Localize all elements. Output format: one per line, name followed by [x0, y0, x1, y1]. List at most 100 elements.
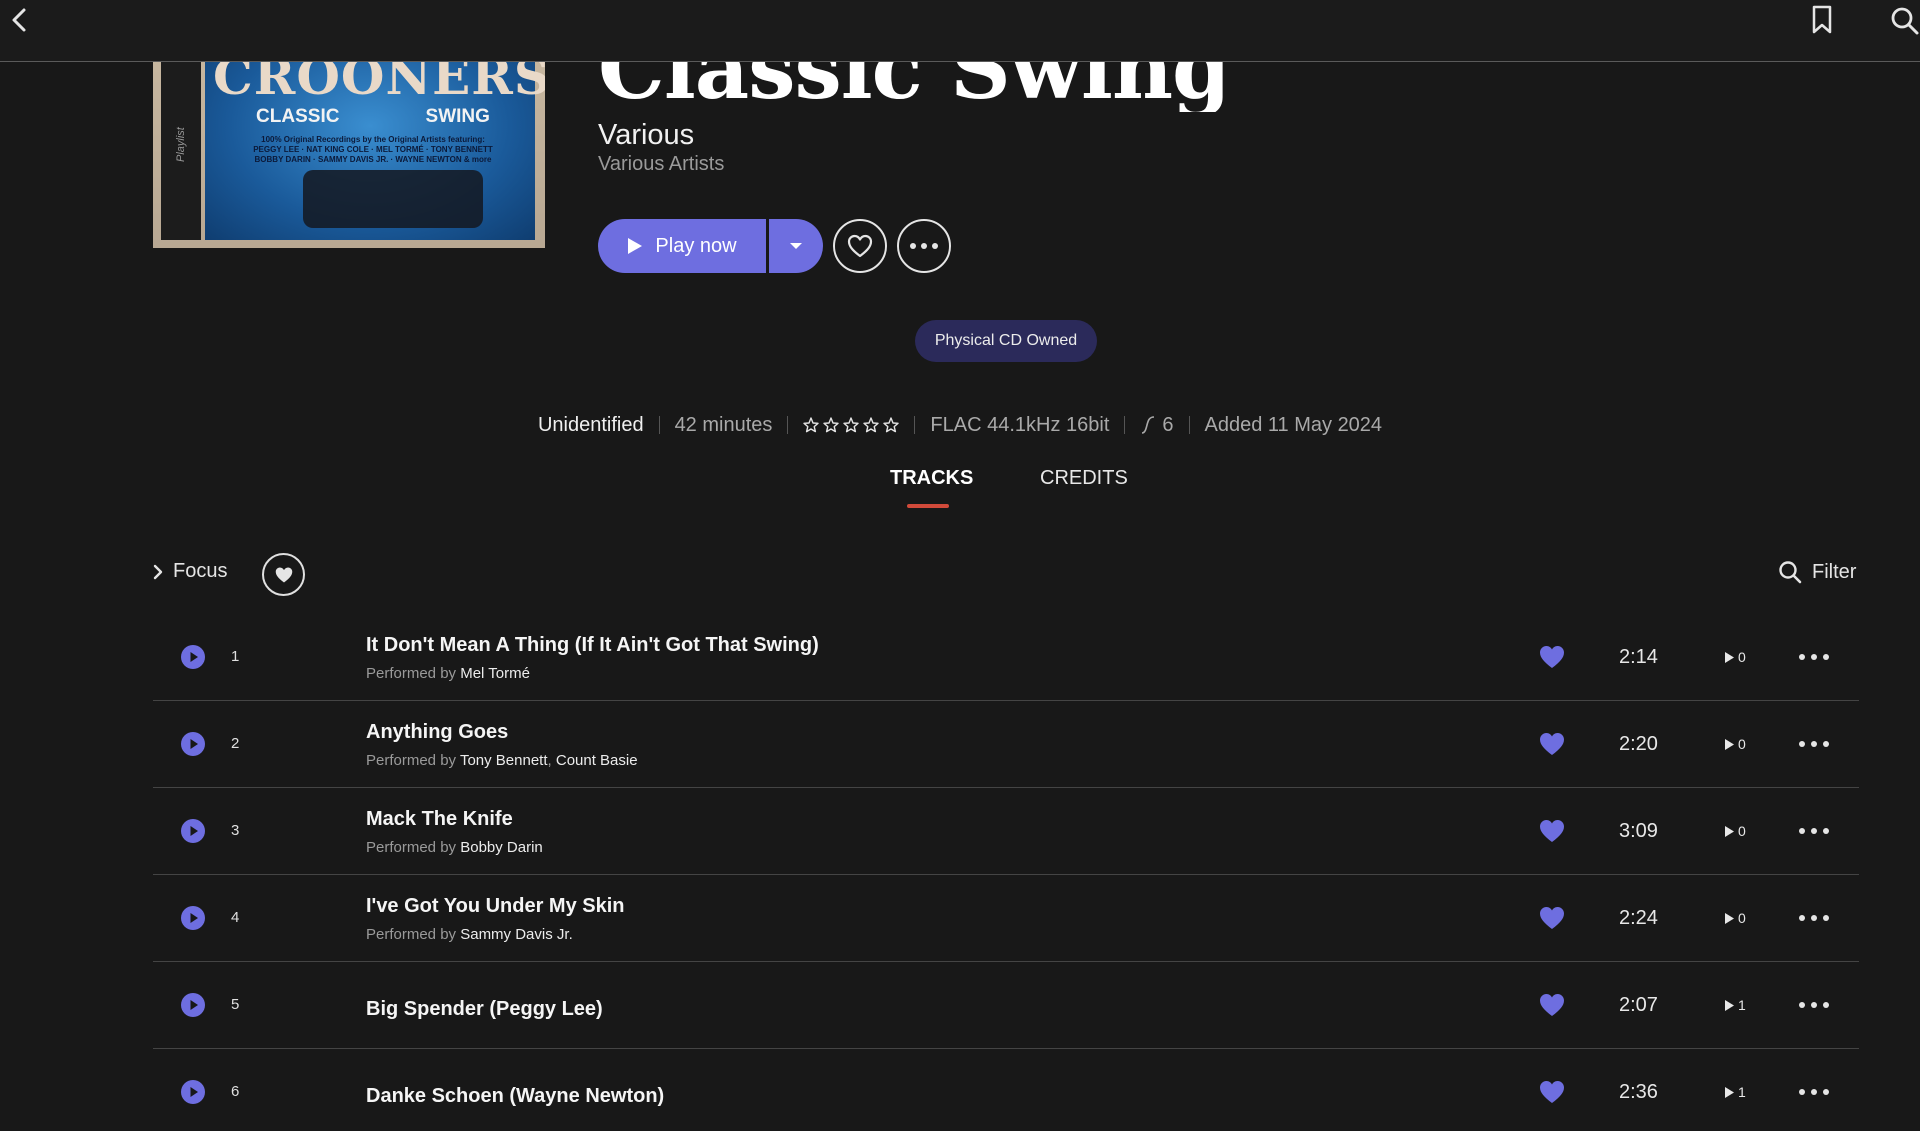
track-title[interactable]: It Don't Mean A Thing (If It Ain't Got T… — [366, 634, 819, 657]
favorite-album-button[interactable] — [833, 219, 887, 273]
album-duration: 42 minutes — [674, 413, 773, 436]
track-row[interactable]: 1 It Don't Mean A Thing (If It Ain't Got… — [153, 614, 1859, 701]
track-play-icon[interactable] — [181, 732, 205, 756]
more-horizontal-icon[interactable] — [1798, 821, 1830, 841]
tab-tracks[interactable]: TRACKS — [890, 467, 973, 490]
track-list: 1 It Don't Mean A Thing (If It Ain't Got… — [153, 614, 1859, 1131]
more-options-button[interactable] — [897, 219, 951, 273]
more-horizontal-icon[interactable] — [1798, 908, 1830, 928]
track-title[interactable]: Danke Schoen (Wayne Newton) — [366, 1085, 664, 1108]
active-tab-indicator — [907, 504, 949, 508]
track-performers: Performed by Sammy Davis Jr. — [366, 926, 573, 943]
cover-sticker — [303, 170, 483, 228]
track-play-icon[interactable] — [181, 906, 205, 930]
top-bar — [0, 0, 1920, 62]
performer-link[interactable]: Sammy Davis Jr. — [460, 926, 573, 943]
favorites-filter-button[interactable] — [262, 553, 305, 596]
track-play-count-value: 0 — [1738, 736, 1746, 752]
track-play-count-value: 1 — [1738, 997, 1746, 1013]
cover-subtitle-right: SWING — [425, 106, 490, 127]
track-play-count: 0 — [1724, 823, 1746, 839]
cover-fine-line: PEGGY LEE · NAT KING COLE · MEL TORMÉ · … — [253, 145, 493, 154]
content-tabs: TRACKS CREDITS — [0, 467, 1920, 508]
focus-toggle[interactable]: Focus — [153, 560, 227, 583]
heart-filled-icon[interactable] — [1539, 819, 1565, 843]
track-performers: Performed by Tony Bennett, Count Basie — [366, 752, 638, 769]
track-title[interactable]: I've Got You Under My Skin — [366, 895, 625, 918]
play-options-dropdown[interactable] — [769, 219, 823, 273]
heart-outline-icon — [847, 234, 873, 258]
meta-divider — [658, 416, 660, 434]
cover-subtitle-left: CLASSIC — [256, 106, 340, 127]
physical-cd-badge: Physical CD Owned — [915, 320, 1097, 362]
track-title[interactable]: Mack The Knife — [366, 808, 513, 831]
search-icon — [1779, 561, 1802, 584]
more-horizontal-icon[interactable] — [1798, 995, 1830, 1015]
play-count-icon — [1725, 1086, 1734, 1098]
track-performers: Performed by Mel Tormé — [366, 665, 530, 682]
track-number: 3 — [231, 822, 240, 839]
back-arrow-icon[interactable] — [6, 6, 34, 34]
play-count-icon — [1725, 651, 1734, 663]
cover-fine-line: BOBBY DARIN · SAMMY DAVIS JR. · WAYNE NE… — [254, 155, 492, 164]
date-added: Added 11 May 2024 — [1204, 413, 1383, 436]
tab-credits[interactable]: CREDITS — [1040, 467, 1128, 490]
performer-link[interactable]: Tony Bennett — [460, 752, 548, 769]
track-play-icon[interactable] — [181, 645, 205, 669]
album-artist[interactable]: Various — [598, 119, 694, 152]
track-duration: 2:20 — [1619, 733, 1658, 755]
star-outline-icon[interactable] — [883, 417, 900, 433]
cover-spine-text: Playlist — [161, 50, 201, 240]
heart-filled-icon[interactable] — [1539, 906, 1565, 930]
identification-status[interactable]: Unidentified — [538, 414, 644, 437]
play-controls: Play now — [598, 219, 823, 273]
track-play-icon[interactable] — [181, 819, 205, 843]
track-title[interactable]: Anything Goes — [366, 721, 508, 744]
waveform-count-value: 6 — [1162, 413, 1174, 436]
track-play-count: 0 — [1724, 736, 1746, 752]
filter-button[interactable]: Filter — [1778, 560, 1856, 584]
track-row[interactable]: 6 Danke Schoen (Wayne Newton) 2:36 1 — [153, 1049, 1859, 1131]
more-horizontal-icon — [910, 243, 938, 249]
performer-link[interactable]: Mel Tormé — [460, 665, 530, 682]
heart-filled-icon[interactable] — [1539, 993, 1565, 1017]
bookmark-icon[interactable] — [1808, 4, 1836, 36]
track-play-icon[interactable] — [181, 993, 205, 1017]
track-duration: 2:36 — [1619, 1081, 1658, 1103]
search-icon[interactable] — [1888, 4, 1920, 36]
heart-filled-icon[interactable] — [1539, 645, 1565, 669]
track-play-icon[interactable] — [181, 1080, 205, 1104]
track-play-count-value: 1 — [1738, 1084, 1746, 1100]
heart-filled-icon[interactable] — [1539, 1080, 1565, 1104]
star-outline-icon[interactable] — [863, 417, 880, 433]
star-outline-icon[interactable] — [803, 417, 820, 433]
play-now-label: Play now — [655, 234, 737, 257]
more-horizontal-icon[interactable] — [1798, 1082, 1830, 1102]
play-count-icon — [1725, 738, 1734, 750]
track-number: 1 — [231, 648, 240, 665]
performer-link[interactable]: Count Basie — [556, 752, 638, 769]
performed-by-label: Performed by — [366, 839, 457, 856]
more-horizontal-icon[interactable] — [1798, 734, 1830, 754]
filter-label: Filter — [1812, 560, 1857, 583]
performer-link[interactable]: Bobby Darin — [460, 839, 543, 856]
meta-divider — [1124, 416, 1126, 434]
focus-label: Focus — [173, 560, 228, 582]
track-row[interactable]: 4 I've Got You Under My Skin Performed b… — [153, 875, 1859, 962]
rating-stars[interactable] — [803, 417, 900, 433]
chevron-down-icon — [790, 243, 802, 249]
play-now-button[interactable]: Play now — [598, 219, 766, 273]
play-count-icon — [1725, 912, 1734, 924]
star-outline-icon[interactable] — [823, 417, 840, 433]
track-row[interactable]: 2 Anything Goes Performed by Tony Bennet… — [153, 701, 1859, 788]
album-meta-row: Unidentified 42 minutes FLAC 44.1kHz 16b… — [0, 410, 1920, 440]
more-horizontal-icon[interactable] — [1798, 647, 1830, 667]
track-number: 4 — [231, 909, 240, 926]
heart-filled-icon[interactable] — [1539, 732, 1565, 756]
star-outline-icon[interactable] — [843, 417, 860, 433]
track-row[interactable]: 5 Big Spender (Peggy Lee) 2:07 1 — [153, 962, 1859, 1049]
track-row[interactable]: 3 Mack The Knife Performed by Bobby Dari… — [153, 788, 1859, 875]
track-title[interactable]: Big Spender (Peggy Lee) — [366, 998, 603, 1021]
album-artist-sub[interactable]: Various Artists — [598, 153, 724, 176]
track-number: 6 — [231, 1083, 240, 1100]
